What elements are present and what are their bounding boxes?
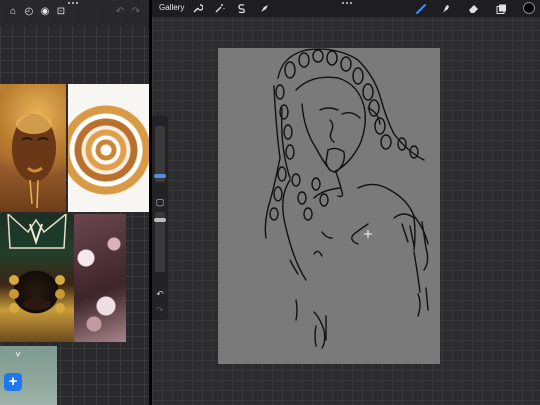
smudge-icon[interactable]	[440, 3, 451, 14]
drawing-canvas[interactable]	[218, 48, 440, 364]
opacity-thumb[interactable]	[154, 218, 166, 222]
brush-sidebar: ▢ ↶ ↷	[152, 116, 168, 320]
brush-cursor-icon	[364, 230, 372, 238]
color-picker-button[interactable]	[523, 2, 535, 14]
add-button[interactable]: +	[4, 373, 22, 391]
pink-flowers-photo[interactable]	[74, 214, 126, 342]
split-view-grabber[interactable]	[68, 2, 78, 5]
magic-wand-icon[interactable]	[214, 3, 225, 14]
square-icon[interactable]: ▢	[154, 196, 166, 208]
house-icon[interactable]: ⌂	[8, 7, 18, 17]
caramel-swirl-photo[interactable]	[68, 84, 149, 212]
procreate-top-bar: Gallery	[152, 0, 540, 17]
wrench-icon[interactable]	[192, 3, 204, 14]
gallery-button[interactable]: Gallery	[159, 3, 184, 13]
redo-icon[interactable]: ↷	[154, 304, 166, 316]
gold-face-photo[interactable]	[0, 84, 66, 212]
undo-icon[interactable]: ↶	[154, 288, 166, 300]
eye-icon[interactable]: ◉	[40, 7, 50, 17]
sketch-linework	[264, 48, 429, 349]
unlock-icon[interactable]: ⊡	[56, 7, 66, 17]
procreate-pane: Gallery ▢ ↶ ↷	[152, 0, 540, 405]
reference-pane: ⌂ ◴ ◉ ⊡ ↶ ↷ +	[0, 0, 149, 405]
selection-s-icon[interactable]	[236, 3, 247, 14]
reference-toolbar: ⌂ ◴ ◉ ⊡ ↶ ↷	[0, 0, 149, 26]
gold-headdress-photo[interactable]	[0, 214, 74, 342]
brush-icon[interactable]	[416, 3, 427, 14]
redo-icon[interactable]: ↷	[131, 7, 141, 17]
eraser-icon[interactable]	[468, 3, 479, 14]
history-icon[interactable]: ◴	[24, 7, 34, 17]
layers-icon[interactable]	[496, 3, 507, 14]
undo-icon[interactable]: ↶	[115, 7, 125, 17]
cursor-arrow-icon[interactable]	[259, 3, 270, 14]
split-view-grabber[interactable]	[342, 2, 352, 5]
brush-size-thumb[interactable]	[154, 174, 166, 178]
